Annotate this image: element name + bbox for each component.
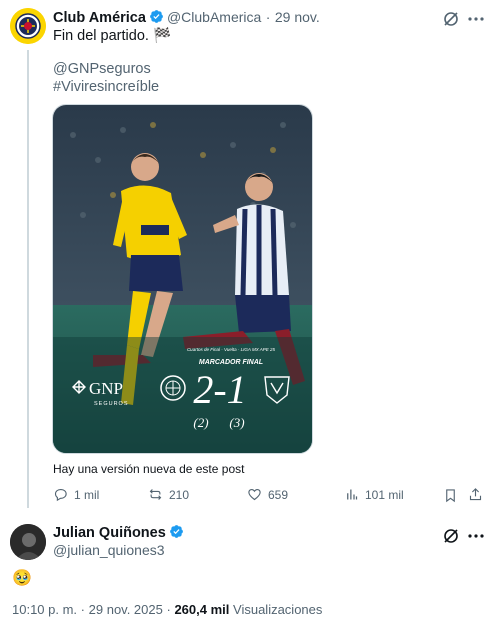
like-action[interactable]: 659 xyxy=(247,487,288,502)
reply-text: 🥹 xyxy=(12,570,32,587)
post-date[interactable]: 29 nov. 2025 xyxy=(89,602,163,617)
club-america-crest-icon xyxy=(10,8,46,44)
reply-more-options-icon[interactable] xyxy=(467,527,485,545)
aggregate-home: (2) xyxy=(193,415,208,430)
tweet-text-line1: Fin del partido. 🏁 xyxy=(53,28,171,44)
tweet-mention-link[interactable]: @GNPseguros xyxy=(53,60,151,78)
post-timestamp-row: 10:10 p. m. · 29 nov. 2025 · 260,4 mil V… xyxy=(12,602,322,617)
reply-author-handle[interactable]: @julian_quiones3 xyxy=(53,542,165,558)
tweet-header: Club América @ClubAmerica · 29 nov. xyxy=(53,9,320,27)
marcador-label: MARCADOR FINAL xyxy=(199,359,263,366)
bookmark-icon[interactable] xyxy=(443,488,458,503)
reply-action[interactable]: 1 mil xyxy=(53,487,99,502)
repost-action[interactable]: 210 xyxy=(148,487,189,502)
aggregate-away: (3) xyxy=(229,415,244,430)
views-bar-chart-icon xyxy=(347,489,358,500)
reply-verified-badge-icon xyxy=(169,525,183,538)
user-photo-icon xyxy=(10,524,46,560)
gnp-sub-text: SEGUROS xyxy=(94,401,129,407)
thread-line xyxy=(27,50,29,508)
julian-quinones-avatar[interactable] xyxy=(10,524,46,560)
club-america-avatar[interactable] xyxy=(10,8,46,44)
separator-dot: · xyxy=(265,9,271,25)
footer-dot-2: · xyxy=(166,602,171,617)
post-views-label: Visualizaciones xyxy=(233,602,323,617)
like-count: 659 xyxy=(268,487,289,502)
match-graphic: Cuartos de Final · Vuelta · LIGA MX APE … xyxy=(53,105,312,453)
grok-icon[interactable] xyxy=(442,10,460,28)
shirt-sponsor-bar xyxy=(141,225,169,235)
reply-author-name[interactable]: Julian Quiñones xyxy=(53,525,166,541)
footer-dot: · xyxy=(80,602,86,617)
reply-icon xyxy=(54,488,67,502)
tweet-date[interactable]: 29 nov. xyxy=(275,9,320,25)
new-version-notice[interactable]: Hay una versión nueva de este post xyxy=(53,460,244,478)
tweet-hashtag-link[interactable]: #Viviresincreíble xyxy=(53,78,159,96)
repost-count: 210 xyxy=(169,487,190,502)
repost-icon xyxy=(149,489,162,500)
post-time[interactable]: 10:10 p. m. xyxy=(12,602,77,617)
post-views-count: 260,4 mil xyxy=(174,602,230,617)
reply-count: 1 mil xyxy=(74,487,100,502)
gnp-text: GNP xyxy=(89,379,123,398)
share-icon[interactable] xyxy=(468,487,483,502)
tweet-author-name[interactable]: Club América xyxy=(53,10,146,26)
heart-icon xyxy=(248,488,261,501)
reply-grok-icon[interactable] xyxy=(442,527,460,545)
round-label: Cuartos de Final · Vuelta · LIGA MX APE … xyxy=(187,347,276,352)
tweet-media-image[interactable]: Cuartos de Final · Vuelta · LIGA MX APE … xyxy=(52,104,313,454)
reply-header: Julian Quiñones xyxy=(53,524,187,542)
views-action[interactable]: 101 mil xyxy=(344,487,404,502)
tweet-author-handle[interactable]: @ClubAmerica xyxy=(167,9,261,25)
more-options-icon[interactable] xyxy=(467,10,485,28)
final-score: 2-1 xyxy=(193,367,246,412)
views-count: 101 mil xyxy=(365,487,404,502)
verified-badge-icon xyxy=(150,10,163,23)
